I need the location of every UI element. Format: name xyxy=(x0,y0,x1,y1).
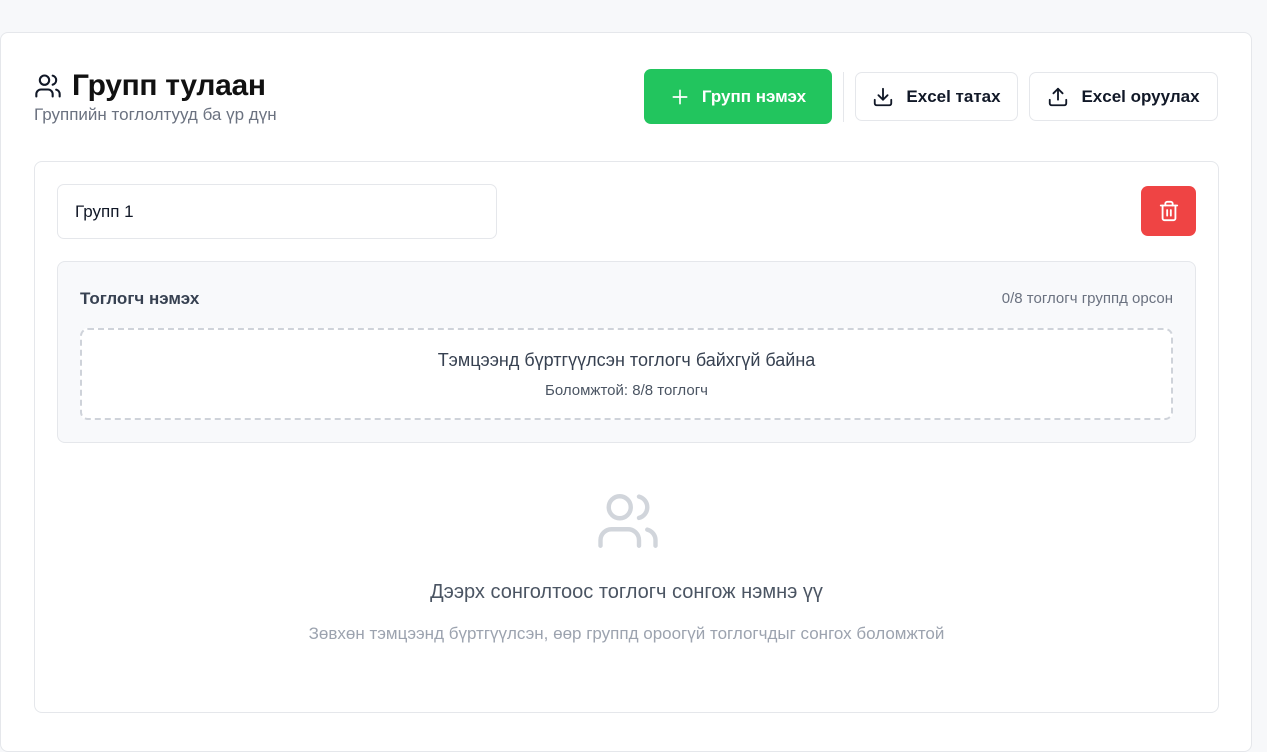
add-group-label: Групп нэмэх xyxy=(701,86,807,106)
actions-divider xyxy=(843,71,844,122)
no-players-message: Тэмцээнд бүртгүүлсэн тоглогч байхгүй бай… xyxy=(437,350,816,370)
excel-upload-label: Excel оруулах xyxy=(1081,86,1200,106)
page-subtitle: Группийн тоглолтууд ба үр дүн xyxy=(34,105,277,124)
upload-icon xyxy=(1049,87,1068,106)
add-group-button[interactable]: Групп нэмэх xyxy=(644,69,832,124)
excel-upload-button[interactable]: Excel оруулах xyxy=(1029,72,1218,121)
available-players: Боломжтой: 8/8 тоглогч xyxy=(545,382,708,399)
trash-icon xyxy=(1159,200,1178,222)
header-actions: Групп нэмэх Excel татах Excel оруулах xyxy=(644,69,1218,124)
empty-state-message: Дээрх сонголтоос тоглогч сонгож нэмнэ үү xyxy=(430,581,823,603)
main-card: Групп тулаан Группийн тоглолтууд ба үр д… xyxy=(0,32,1252,752)
player-count: 0/8 тоглогч группд орсон xyxy=(1001,290,1173,307)
add-player-section: Тоглогч нэмэх 0/8 тоглогч группд орсон Т… xyxy=(57,261,1196,443)
add-player-title: Тоглогч нэмэх xyxy=(80,289,200,308)
player-select-area[interactable]: Тэмцээнд бүртгүүлсэн тоглогч байхгүй бай… xyxy=(80,328,1173,420)
delete-group-button[interactable] xyxy=(1141,186,1196,236)
group-panel: Тоглогч нэмэх 0/8 тоглогч группд орсон Т… xyxy=(34,161,1219,713)
plus-icon xyxy=(672,89,688,104)
group-name-input[interactable] xyxy=(57,184,497,239)
page-title: Групп тулаан xyxy=(72,69,266,102)
title-row: Групп тулаан xyxy=(34,69,266,103)
page-header: Групп тулаан Группийн тоглолтууд ба үр д… xyxy=(34,69,1218,125)
empty-state-hint: Зөвхөн тэмцээнд бүртгүүлсэн, өөр группд … xyxy=(308,624,945,643)
users-icon xyxy=(595,488,661,554)
excel-download-button[interactable]: Excel татах xyxy=(855,72,1018,121)
download-icon xyxy=(874,87,893,106)
excel-download-label: Excel татах xyxy=(906,86,1001,106)
users-icon xyxy=(34,72,62,100)
